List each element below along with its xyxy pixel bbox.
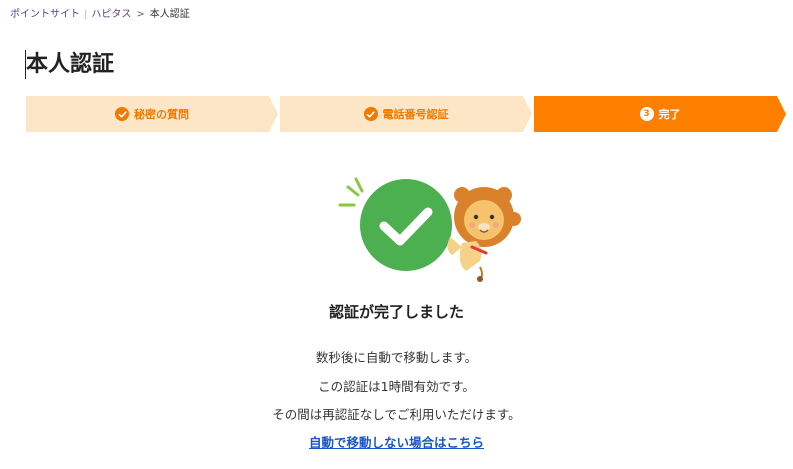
validity-message: この認証は1時間有効です。 (318, 379, 475, 394)
breadcrumb-arrow-icon: > (136, 9, 145, 20)
step-label: 完了 (658, 108, 681, 121)
sparkle-lines-icon (338, 177, 364, 207)
page-title: 本人認証 (26, 52, 115, 77)
breadcrumb-current: 本人認証 (149, 9, 190, 20)
step-number-badge: 3 (639, 107, 654, 121)
lion-mascot-icon (447, 187, 521, 282)
progress-steps: 秘密の質問 電話番号認証 3 完了 (26, 96, 786, 132)
step-label: 電話番号認証 (382, 108, 449, 121)
success-check-circle-icon (360, 179, 452, 271)
complete-title: 認証が完了しました (328, 303, 464, 321)
step-phone-verification: 電話番号認証 (280, 96, 532, 132)
redirect-link-wrapper: 自動で移動しない場合はこちら (0, 434, 793, 452)
step-secret-question: 秘密の質問 (26, 96, 278, 132)
redirect-message: 数秒後に自動で移動します。 (315, 350, 478, 365)
check-icon (363, 107, 378, 121)
breadcrumb-link-point-site[interactable]: ポイントサイト (10, 8, 80, 22)
breadcrumb-separator: | (84, 9, 88, 20)
check-icon (115, 107, 129, 121)
step-label: 秘密の質問 (134, 108, 189, 121)
breadcrumb-link-hapitas[interactable]: ハピタス (91, 8, 131, 22)
step-complete: 3 完了 (534, 96, 786, 132)
manual-redirect-link[interactable]: 自動で移動しない場合はこちら (309, 435, 484, 450)
success-illustration (338, 177, 521, 282)
usage-message: その間は再認証なしでご利用いただけます。 (272, 407, 521, 422)
breadcrumb: ポイントサイト | ハピタス > 本人認証 (10, 8, 190, 22)
